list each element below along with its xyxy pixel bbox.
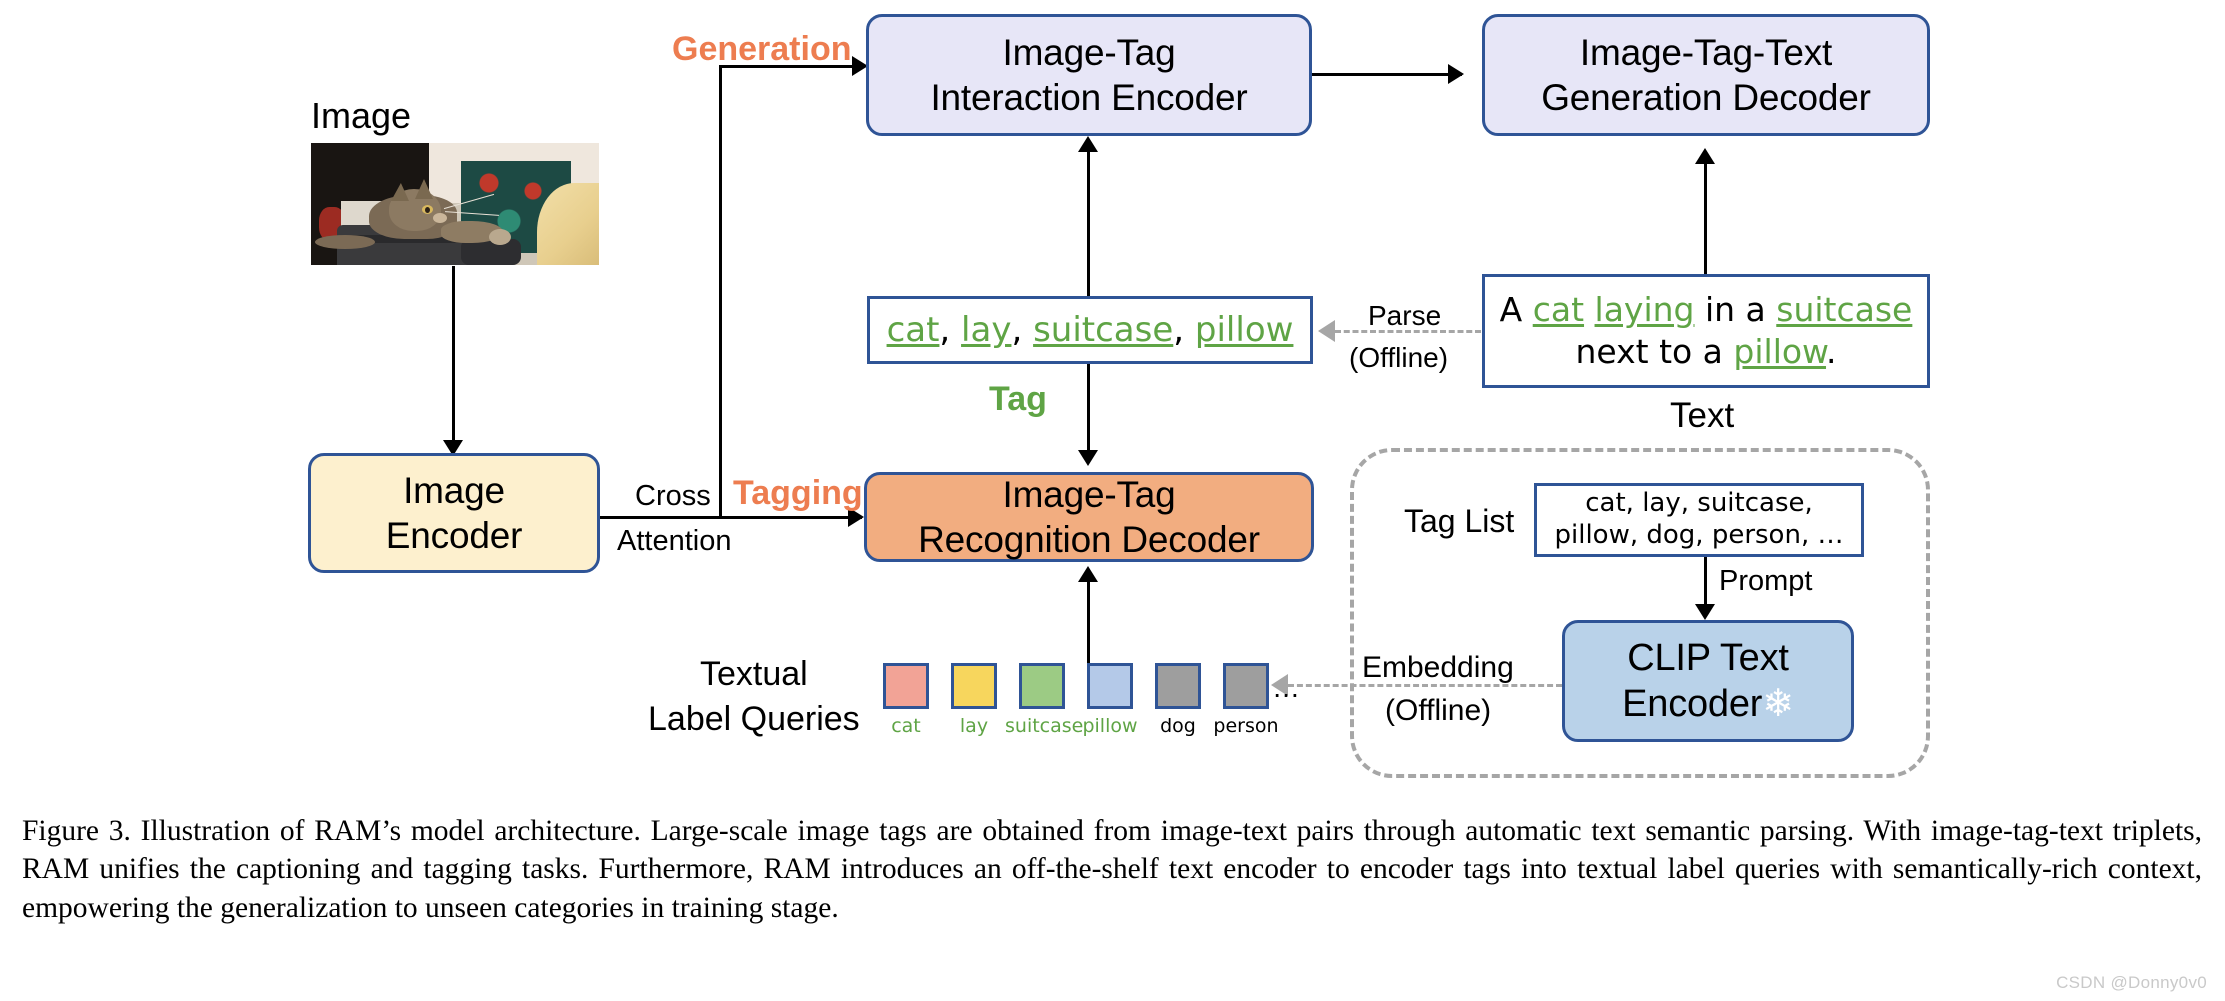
text-box-line1: A cat laying in a suitcase	[1500, 289, 1913, 331]
plain-token: A	[1499, 289, 1533, 329]
label-query-swatch[interactable]	[883, 663, 929, 709]
tag-token: laying	[1594, 289, 1695, 329]
text-box[interactable]: A cat laying in a suitcase next to a pil…	[1482, 274, 1930, 388]
tagging-label: Tagging	[733, 474, 863, 512]
arrow-tag-to-recognition-head	[1078, 450, 1098, 466]
interaction-encoder-line2: Interaction Encoder	[930, 77, 1248, 118]
arrow-tag-to-interaction-line	[1087, 140, 1090, 296]
image-encoder-line2: Encoder	[385, 515, 523, 556]
tag-token: suitcase	[1033, 310, 1174, 350]
prompt-label: Prompt	[1719, 565, 1813, 597]
recognition-decoder-line2: Recognition Decoder	[918, 519, 1260, 560]
arrow-queries-to-recognition-line	[1087, 570, 1090, 668]
text-box-line2: next to a pillow.	[1575, 331, 1836, 373]
arrow-text-to-generation-line	[1704, 152, 1707, 274]
tag-token: suitcase	[1776, 289, 1913, 329]
queries-ellipsis: …	[1272, 672, 1300, 703]
tag-token: pillow	[1194, 310, 1294, 350]
arrow-encoder-to-recognition-line	[600, 516, 862, 519]
label-query-name: suitcase	[1005, 715, 1084, 737]
clip-encoder-line1: CLIP Text	[1627, 636, 1789, 679]
embedding-label-line2: (Offline)	[1385, 694, 1492, 727]
label-query-name: dog	[1160, 715, 1196, 737]
label-query-name: person	[1213, 715, 1279, 737]
label-query-name: cat	[891, 715, 921, 737]
tag-token: cat	[886, 310, 940, 350]
generation-decoder-box[interactable]: Image-Tag-Text Generation Decoder	[1482, 14, 1930, 136]
watermark: CSDN @Donny0v0	[2056, 973, 2207, 992]
image-encoder-line1: Image	[403, 469, 505, 511]
embedding-label-line1: Embedding	[1362, 651, 1514, 684]
label-query-name: pillow	[1082, 715, 1138, 737]
tag-caption: Tag	[989, 380, 1047, 418]
label-query-swatch[interactable]	[951, 663, 997, 709]
input-photo	[311, 143, 599, 265]
label-query-swatch[interactable]	[1155, 663, 1201, 709]
tag-list-label: Tag List	[1404, 503, 1515, 539]
generation-decoder-line2: Generation Decoder	[1541, 77, 1871, 118]
plain-token: next to a	[1575, 332, 1734, 371]
parse-label-line2: (Offline)	[1349, 342, 1449, 373]
tag-list-line2: pillow, dog, person, …	[1554, 520, 1844, 550]
prompt-line	[1704, 557, 1707, 609]
recognition-decoder-box[interactable]: Image-Tag Recognition Decoder	[864, 472, 1314, 562]
cross-label: Cross	[635, 480, 711, 512]
arrow-image-to-encoder-line	[452, 266, 455, 446]
label-query-name: lay	[959, 715, 989, 737]
arrow-tag-to-recognition-line	[1087, 364, 1090, 456]
clip-encoder-line2-text: Encoder	[1622, 683, 1763, 725]
attention-label: Attention	[617, 525, 732, 557]
arrow-queries-to-recognition-head	[1078, 566, 1098, 582]
snowflake-icon: ❄	[1762, 683, 1794, 725]
label-query-swatch[interactable]	[1019, 663, 1065, 709]
label-query-swatch[interactable]	[1223, 663, 1269, 709]
image-label: Image	[311, 95, 412, 136]
branch-vertical-line	[719, 65, 722, 517]
label-query-swatch[interactable]	[1087, 663, 1133, 709]
image-encoder-box[interactable]: Image Encoder	[308, 453, 600, 573]
tag-list-line1: cat, lay, suitcase,	[1585, 488, 1813, 519]
plain-token: in a	[1694, 289, 1777, 329]
text-caption: Text	[1670, 396, 1735, 435]
plain-token: ,	[1011, 310, 1034, 350]
interaction-encoder-line1: Image-Tag	[1002, 31, 1176, 73]
figure-caption: Figure 3. Illustration of RAM’s model ar…	[22, 815, 2202, 924]
parse-arrow-head	[1318, 320, 1335, 342]
tag-token: cat	[1532, 289, 1585, 329]
tag-token: lay	[961, 310, 1012, 350]
tag-box-text: cat, lay, suitcase, pillow	[887, 310, 1294, 350]
generation-decoder-line1: Image-Tag-Text	[1579, 31, 1833, 73]
arrow-interaction-to-generation-line	[1312, 73, 1462, 76]
tag-list-box[interactable]: cat, lay, suitcase, pillow, dog, person,…	[1534, 483, 1864, 557]
generation-label: Generation	[672, 30, 852, 68]
parse-label-line1: Parse	[1368, 300, 1442, 331]
plain-token: .	[1826, 332, 1837, 371]
tag-token: pillow	[1733, 332, 1827, 371]
interaction-encoder-box[interactable]: Image-Tag Interaction Encoder	[866, 14, 1312, 136]
plain-token: ,	[1173, 310, 1195, 350]
clip-text-encoder-box[interactable]: CLIP Text Encoder❄	[1562, 620, 1854, 742]
prompt-arrow-head	[1695, 604, 1715, 620]
arrow-text-to-generation-head	[1695, 148, 1715, 164]
arrow-tag-to-interaction-head	[1078, 136, 1098, 152]
arrow-interaction-to-generation-head	[1448, 64, 1464, 84]
plain-token: ,	[939, 310, 962, 350]
clip-encoder-line2: Encoder❄	[1622, 681, 1794, 727]
textual-label-queries-line1: Textual	[700, 655, 808, 693]
recognition-decoder-line1: Image-Tag	[1002, 473, 1176, 515]
textual-label-queries-line2: Label Queries	[648, 700, 860, 738]
tag-box[interactable]: cat, lay, suitcase, pillow	[867, 296, 1313, 364]
